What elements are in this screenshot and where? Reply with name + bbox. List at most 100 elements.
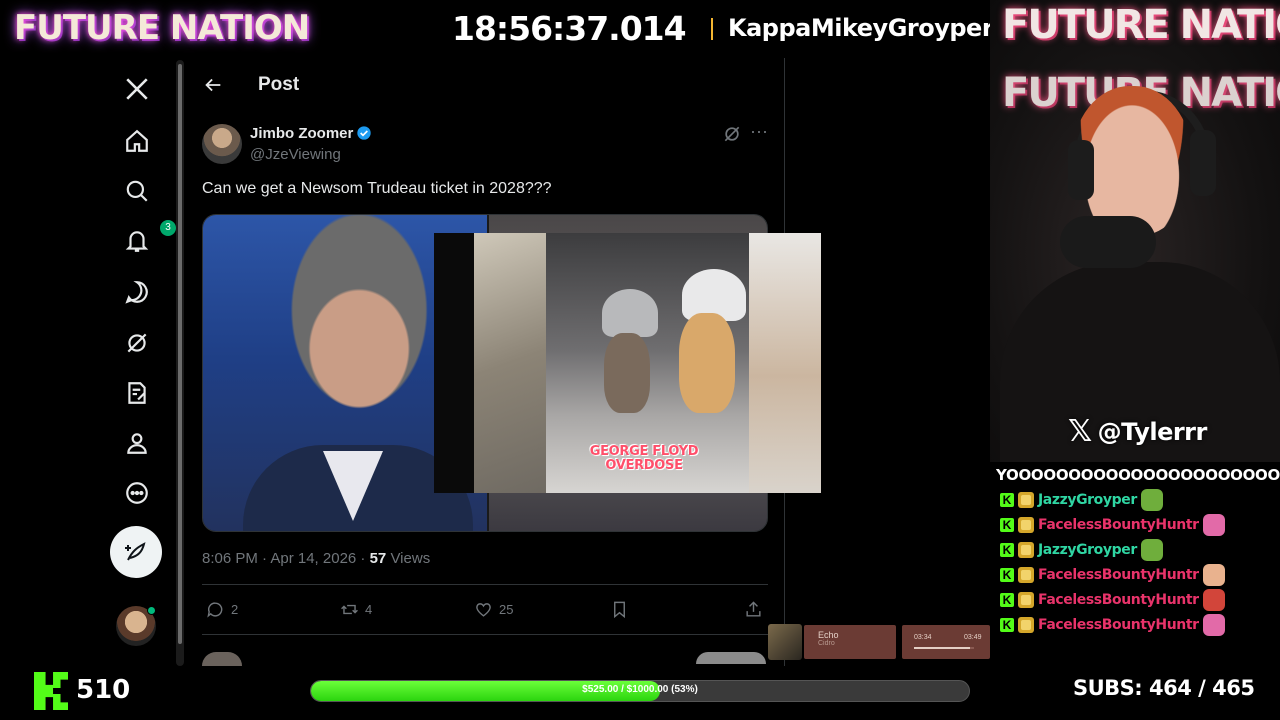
views-count: 57 (369, 550, 387, 567)
headphone-cup (1190, 130, 1216, 196)
x-logo-icon: 𝕏 (1068, 414, 1092, 449)
cat (604, 333, 650, 413)
post-timestamp[interactable]: 8:06 PM · Apr 14, 2026 · (202, 550, 370, 567)
chat-emote-icon (1202, 589, 1225, 611)
author-avatar[interactable] (202, 124, 242, 164)
x-sidebar-nav: 3 (100, 58, 176, 668)
chat-emote-icon (1202, 514, 1225, 536)
viewer-count: 510 (76, 675, 131, 705)
track-title: Echo (818, 630, 839, 640)
chat-emote-icon (1140, 489, 1163, 511)
kick-badge-icon: K (1000, 518, 1014, 532)
reply-button[interactable]: 2 (206, 598, 238, 620)
author-name[interactable]: Jimbo Zoomer (250, 125, 353, 142)
grok-explain-icon[interactable] (722, 124, 742, 144)
reply-icon (207, 601, 223, 618)
more-circle-icon[interactable] (122, 478, 152, 508)
chat-message: YOOOOOOOOOOOOOOOOOOOOOOOOOOOOO (996, 466, 1280, 484)
kick-badge-icon: K (1000, 493, 1014, 507)
grok-icon[interactable] (122, 328, 152, 358)
channel-name: KappaMikeyGroyper (728, 14, 994, 42)
share-icon (746, 600, 761, 617)
repost-count: 4 (365, 601, 373, 617)
divider (202, 634, 768, 635)
back-arrow-icon[interactable] (202, 74, 226, 98)
chat-message: K FacelessBountyHuntr (1000, 514, 1225, 536)
online-dot (147, 606, 156, 615)
subs-label: SUBS: (1073, 676, 1143, 700)
brand-logo: FUTURE NATION (14, 8, 310, 48)
now-playing-widget: Echo Cidro 03:34 03:49 (768, 624, 990, 660)
chat-message: K FacelessBountyHuntr (1000, 614, 1225, 636)
video-frame-left (474, 233, 546, 493)
post-header: Post (186, 58, 784, 114)
chat-message: K FacelessBountyHuntr (1000, 589, 1225, 611)
x-handle-text: @Tylerrr (1097, 417, 1208, 446)
like-button[interactable]: 25 (474, 598, 513, 620)
track-info: Echo Cidro (804, 625, 896, 659)
bookmark-icon (614, 601, 625, 618)
home-icon[interactable] (122, 126, 152, 156)
like-count: 25 (499, 601, 514, 617)
page-title: Post (258, 74, 300, 95)
track-progress (914, 647, 974, 649)
chat-message: K JazzyGroyper (1000, 489, 1163, 511)
video-caption: GEORGE FLOYD OVERDOSE (589, 444, 699, 473)
heart-icon (476, 602, 491, 617)
compose-post-button[interactable] (110, 526, 162, 578)
cam-banner: FUTURE NATION (1002, 2, 1280, 48)
chat-message: K FacelessBountyHuntr (1000, 564, 1225, 586)
x-logo-icon[interactable] (122, 74, 152, 104)
search-icon[interactable] (122, 176, 152, 206)
subscriber-badge-icon (1018, 592, 1034, 608)
account-avatar[interactable] (116, 606, 156, 646)
reply-count: 2 (231, 601, 239, 617)
profile-icon[interactable] (122, 428, 152, 458)
chat-emote-icon (1202, 564, 1225, 586)
messages-icon[interactable] (122, 277, 152, 307)
repost-button[interactable]: 4 (340, 598, 372, 620)
feather-plus-icon (125, 542, 146, 561)
chat-emote-icon (1202, 614, 1225, 636)
cat-hat (602, 289, 658, 337)
headphone-cup (1068, 140, 1094, 200)
track-total-time: 03:49 (964, 634, 982, 641)
divider (711, 18, 713, 40)
share-button[interactable] (744, 598, 763, 620)
chat-username[interactable]: FacelessBountyHuntr (1038, 592, 1199, 608)
stream-clock: 18:56:37.014 (452, 9, 687, 48)
author-handle[interactable]: @JzeViewing (250, 146, 341, 163)
donation-goal-bar: $525.00 / $1000.00 (53%) (310, 680, 970, 702)
album-art (768, 624, 802, 660)
chat-username[interactable]: FacelessBountyHuntr (1038, 517, 1199, 533)
compose-list-icon[interactable] (122, 378, 152, 408)
donation-goal-text: $525.00 / $1000.00 (53%) (582, 684, 698, 695)
track-artist: Cidro (818, 640, 835, 647)
x-handle-overlay: 𝕏 @Tylerrr (1068, 414, 1207, 449)
chat-username[interactable]: JazzyGroyper (1038, 542, 1137, 558)
video-overlay: GEORGE FLOYD OVERDOSE (434, 233, 821, 493)
subs-counter: SUBS: 464 / 465 (1073, 676, 1255, 700)
verified-badge-icon (357, 126, 371, 140)
scrollbar-thumb[interactable] (178, 64, 182, 644)
kick-badge-icon: K (1000, 618, 1014, 632)
track-time: 03:34 03:49 (902, 625, 990, 659)
chat-username[interactable]: JazzyGroyper (1038, 492, 1137, 508)
notification-count-badge: 3 (160, 220, 176, 236)
divider (202, 584, 768, 585)
chat-username[interactable]: FacelessBountyHuntr (1038, 617, 1199, 633)
chat-username[interactable]: FacelessBountyHuntr (1038, 567, 1199, 583)
kick-badge-icon: K (1000, 543, 1014, 557)
subscriber-badge-icon (1018, 492, 1034, 508)
subs-value: 464 / 465 (1149, 676, 1255, 700)
subscriber-badge-icon (1018, 517, 1034, 533)
post-text: Can we get a Newsom Trudeau ticket in 20… (202, 180, 552, 197)
stream-top-bar: FUTURE NATION 18:56:37.014 KappaMikeyGro… (0, 0, 994, 58)
reply-submit-button[interactable] (696, 652, 766, 664)
more-options-icon[interactable]: ··· (750, 122, 770, 144)
notifications-bell-icon[interactable]: 3 (122, 220, 176, 256)
chat-message: K JazzyGroyper (1000, 539, 1163, 561)
reply-avatar[interactable] (202, 652, 242, 666)
track-current-time: 03:34 (914, 634, 932, 641)
bookmark-button[interactable] (610, 598, 629, 620)
